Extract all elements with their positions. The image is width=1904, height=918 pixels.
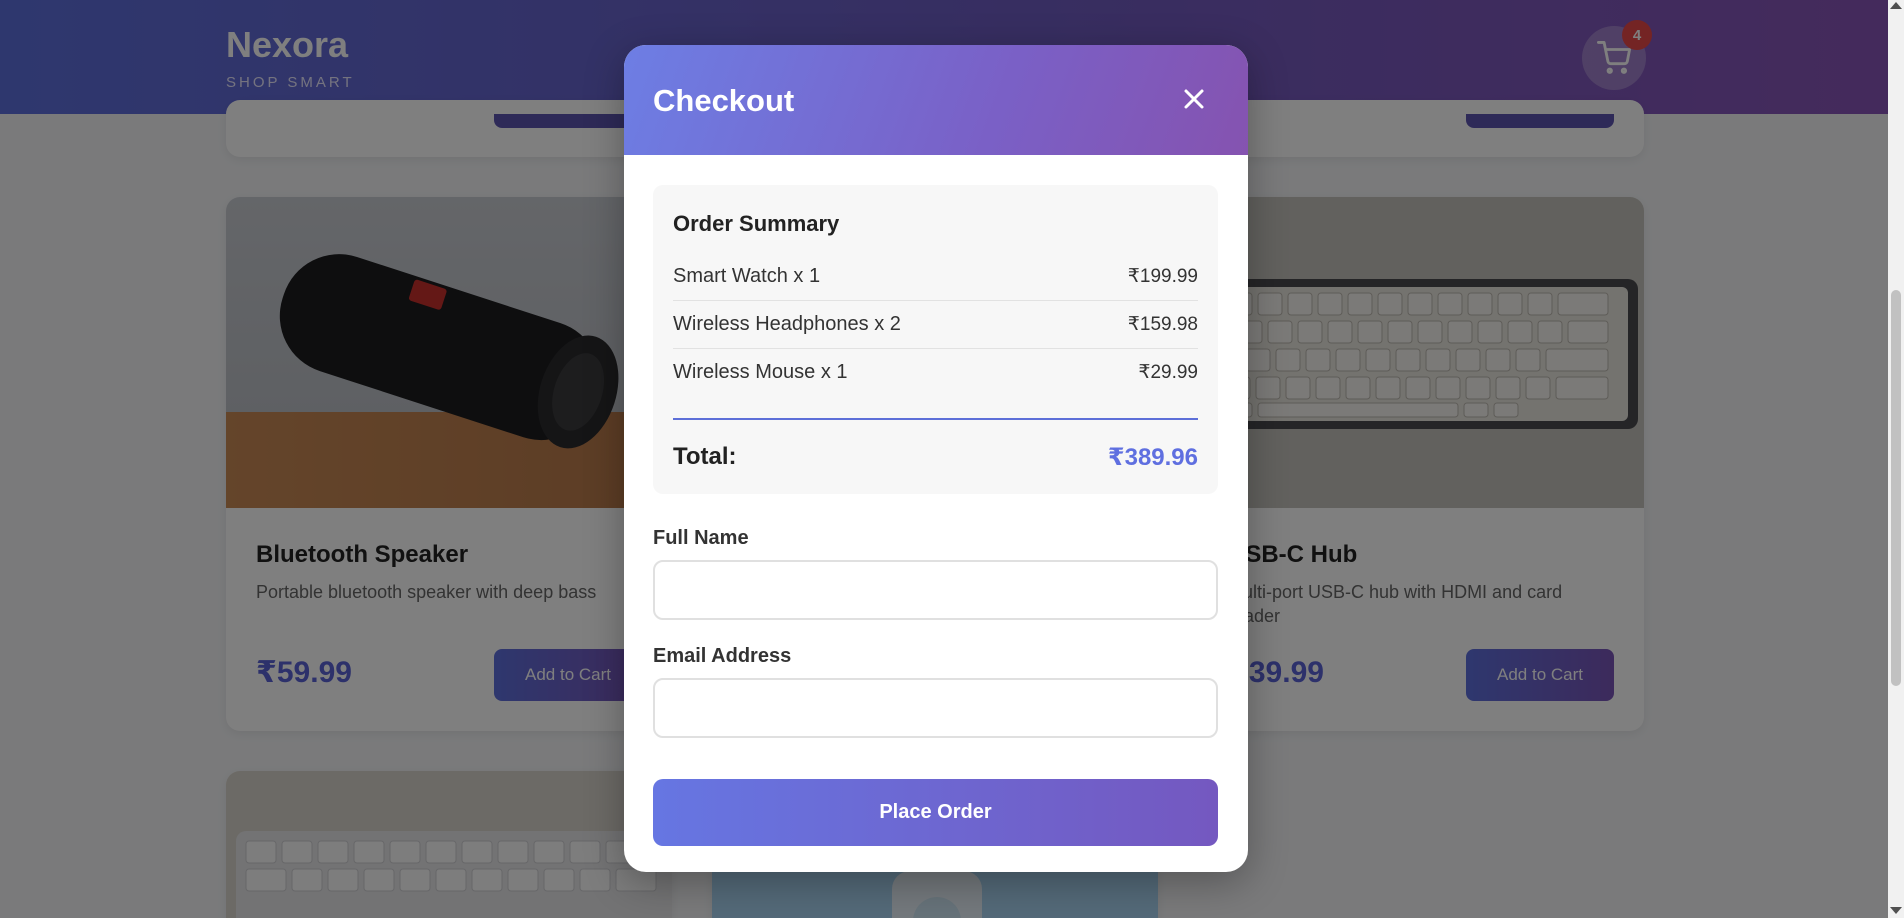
order-item-price: ₹29.99 bbox=[1138, 362, 1198, 383]
email-input[interactable] bbox=[653, 678, 1218, 738]
scroll-down-arrow-icon[interactable] bbox=[1890, 907, 1902, 914]
full-name-input[interactable] bbox=[653, 560, 1218, 620]
order-summary-item: Wireless Mouse x 1 ₹29.99 bbox=[673, 349, 1198, 397]
order-summary-item: Smart Watch x 1 ₹199.99 bbox=[673, 253, 1198, 301]
order-item-name: Wireless Mouse x 1 bbox=[673, 361, 848, 383]
close-icon bbox=[1184, 89, 1204, 109]
order-item-price: ₹199.99 bbox=[1127, 266, 1198, 287]
order-item-price: ₹159.98 bbox=[1127, 314, 1198, 335]
place-order-button[interactable]: Place Order bbox=[653, 779, 1218, 846]
email-label: Email Address bbox=[653, 645, 792, 667]
summary-divider bbox=[673, 418, 1198, 420]
scroll-up-arrow-icon[interactable] bbox=[1890, 2, 1902, 9]
order-summary-title: Order Summary bbox=[673, 211, 840, 236]
close-button[interactable] bbox=[1176, 81, 1212, 117]
modal-title: Checkout bbox=[653, 83, 795, 118]
order-item-name: Smart Watch x 1 bbox=[673, 265, 821, 287]
modal-header: Checkout bbox=[624, 45, 1248, 155]
order-summary: Order Summary Smart Watch x 1 ₹199.99 Wi… bbox=[653, 185, 1218, 494]
full-name-label: Full Name bbox=[653, 527, 749, 549]
total-value: ₹389.96 bbox=[1107, 444, 1198, 471]
checkout-modal: Checkout Order Summary Smart Watch x 1 ₹… bbox=[624, 45, 1248, 872]
order-item-name: Wireless Headphones x 2 bbox=[673, 313, 901, 335]
order-summary-item: Wireless Headphones x 2 ₹159.98 bbox=[673, 301, 1198, 349]
scrollbar-thumb[interactable] bbox=[1891, 290, 1901, 686]
total-label: Total: bbox=[673, 443, 737, 470]
